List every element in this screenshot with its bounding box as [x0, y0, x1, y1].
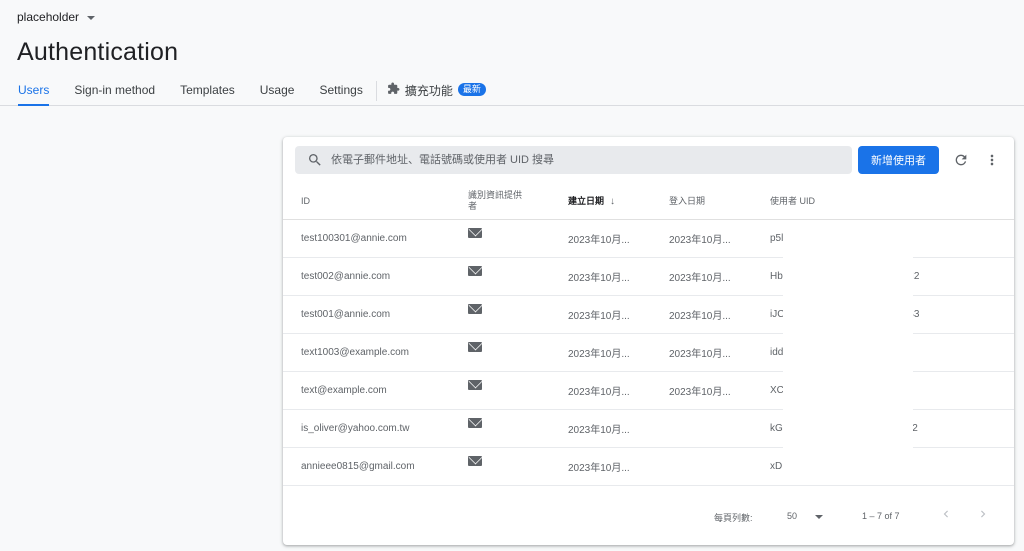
refresh-button[interactable]: [950, 149, 972, 171]
uid-start: Hb: [770, 271, 783, 282]
more-vert-icon: [990, 154, 994, 166]
signed-in-date: 2023年10月...: [669, 219, 770, 258]
email-icon: [468, 456, 482, 466]
rows-per-page-value: 50: [787, 511, 798, 521]
new-badge: 最新: [457, 83, 486, 96]
email-icon: [468, 418, 482, 428]
users-card: 新增使用者 ID 識別資訊提供者 建立日期 ↓ 登入日期 使用者 UID test…: [283, 137, 1014, 545]
add-user-button[interactable]: 新增使用者: [858, 146, 939, 174]
created-date: 2023年10月...: [568, 219, 669, 258]
more-options-button[interactable]: [981, 149, 1003, 171]
column-header-provider: 識別資訊提供者: [468, 182, 568, 220]
tab-extensions[interactable]: 擴充功能 最新: [387, 82, 486, 106]
user-id: annieee0815@gmail.com: [283, 447, 468, 486]
signed-in-date: [669, 447, 770, 486]
tab-users[interactable]: Users: [18, 82, 50, 106]
rows-per-page-select[interactable]: 50: [787, 511, 824, 521]
email-icon: [468, 228, 482, 238]
uid-start: XC: [770, 385, 784, 396]
uid-start: p5l: [770, 233, 784, 244]
provider-cell: [468, 333, 568, 372]
provider-cell: [468, 219, 568, 258]
project-name: placeholder: [17, 10, 80, 24]
provider-cell: [468, 257, 568, 296]
user-id: test001@annie.com: [283, 295, 468, 334]
email-icon: [468, 380, 482, 390]
table-footer: 每頁列數: 50 1 – 7 of 7: [283, 497, 1014, 537]
created-date: 2023年10月...: [568, 257, 669, 296]
user-id: text1003@example.com: [283, 333, 468, 372]
uid-start: idd: [770, 347, 784, 358]
chevron-right-icon: [981, 510, 986, 518]
arrow-down-icon: ↓: [610, 196, 616, 207]
tab-divider: [375, 81, 377, 101]
provider-cell: [468, 447, 568, 486]
tab-sign-in-method[interactable]: Sign-in method: [74, 82, 155, 106]
tab-bar: Users Sign-in method Templates Usage Set…: [18, 81, 486, 106]
extensions-label: 擴充功能: [404, 84, 453, 98]
uid-redaction: [783, 234, 913, 484]
chevron-left-icon: [943, 510, 948, 518]
created-date: 2023年10月...: [568, 333, 669, 372]
created-date: 2023年10月...: [568, 447, 669, 486]
provider-cell: [468, 295, 568, 334]
created-date: 2023年10月...: [568, 409, 669, 448]
column-header-provider-label: 識別資訊提供者: [468, 189, 523, 211]
page-header: placeholder Authentication Users Sign-in…: [0, 0, 1024, 106]
email-icon: [468, 266, 482, 276]
user-id: test002@annie.com: [283, 257, 468, 296]
created-date: 2023年10月...: [568, 371, 669, 410]
column-header-created-label: 建立日期: [568, 196, 605, 206]
page-title: Authentication: [17, 38, 179, 66]
signed-in-date: 2023年10月...: [669, 333, 770, 372]
user-id: text@example.com: [283, 371, 468, 410]
table-header-row: ID 識別資訊提供者 建立日期 ↓ 登入日期 使用者 UID: [283, 182, 1014, 220]
signed-in-date: [669, 409, 770, 448]
search-input[interactable]: [329, 153, 833, 167]
search-bar: [295, 146, 852, 174]
signed-in-date: 2023年10月...: [669, 371, 770, 410]
provider-cell: [468, 409, 568, 448]
tab-usage[interactable]: Usage: [260, 82, 295, 106]
tab-settings[interactable]: Settings: [319, 82, 362, 106]
rows-per-page-label: 每頁列數:: [714, 513, 753, 523]
email-icon: [468, 304, 482, 314]
signed-in-date: 2023年10月...: [669, 295, 770, 334]
signed-in-date: 2023年10月...: [669, 257, 770, 296]
uid-start: kG: [770, 423, 783, 434]
refresh-icon: [955, 154, 967, 166]
tab-templates[interactable]: Templates: [180, 82, 235, 106]
project-selector[interactable]: placeholder: [17, 10, 96, 24]
caret-down-icon: [815, 515, 824, 519]
search-icon: [309, 154, 321, 166]
caret-down-icon: [87, 16, 96, 20]
created-date: 2023年10月...: [568, 295, 669, 334]
column-header-id[interactable]: ID: [283, 182, 468, 220]
email-icon: [468, 342, 482, 352]
column-header-uid: 使用者 UID: [770, 182, 1014, 220]
next-page-button[interactable]: [976, 507, 990, 524]
prev-page-button[interactable]: [939, 507, 953, 524]
column-header-created[interactable]: 建立日期 ↓: [568, 182, 669, 220]
column-header-signed-in[interactable]: 登入日期: [669, 182, 770, 220]
user-id: is_oliver@yahoo.com.tw: [283, 409, 468, 448]
provider-cell: [468, 371, 568, 410]
user-id: test100301@annie.com: [283, 219, 468, 258]
extension-icon: [387, 82, 400, 98]
page-range: 1 – 7 of 7: [862, 511, 900, 521]
